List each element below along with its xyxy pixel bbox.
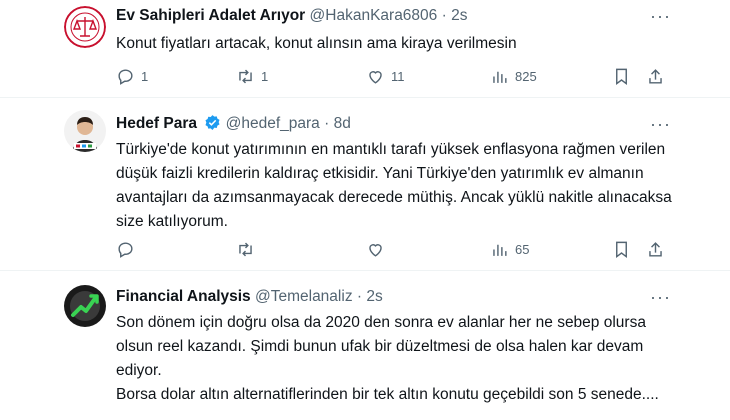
user-handle[interactable]: @Temelanaliz — [255, 288, 353, 305]
views-count: 825 — [515, 68, 537, 84]
reply-count: 1 — [141, 68, 149, 84]
tweet-text: Konut fiyatları artacak, konut alınsın a… — [116, 35, 517, 52]
bookmark-icon — [616, 68, 627, 85]
tweet-header: Ev Sahipleri Adalet Arıyor @HakanKara680… — [116, 6, 467, 26]
share-icon — [649, 68, 662, 84]
retweet-button[interactable]: 1 — [236, 65, 268, 87]
tweet-text: Türkiye'de konut yatırımının en mantıklı… — [116, 141, 672, 230]
views-icon — [493, 244, 507, 256]
tweet-header: Financial Analysis @Temelanaliz · 2s — [116, 287, 383, 307]
views-count: 65 — [515, 241, 530, 257]
tweet-3[interactable]: Financial Analysis @Temelanaliz · 2s ···… — [0, 271, 730, 420]
reply-icon — [118, 68, 133, 85]
retweet-icon — [239, 242, 252, 256]
reply-icon — [118, 241, 133, 258]
views-button[interactable]: 65 — [490, 238, 529, 260]
bookmark-button[interactable] — [612, 238, 631, 260]
like-icon — [369, 70, 382, 84]
avatar[interactable] — [64, 285, 106, 327]
like-icon — [369, 243, 382, 257]
views-icon — [493, 71, 507, 83]
tweet-paragraph: Son dönem için doğru olsa da 2020 den so… — [116, 314, 646, 379]
reply-button[interactable] — [116, 238, 141, 260]
avatar[interactable] — [64, 6, 106, 48]
share-button[interactable] — [646, 65, 665, 87]
tweet-2[interactable]: Hedef Para @hedef_para · 8d ··· Türkiye'… — [0, 98, 730, 270]
tweet-text: Son dönem için doğru olsa da 2020 den so… — [116, 311, 676, 407]
timestamp[interactable]: 8d — [334, 115, 351, 132]
user-handle[interactable]: @hedef_para — [226, 115, 320, 132]
like-button[interactable] — [366, 238, 391, 260]
reply-button[interactable]: 1 — [116, 65, 148, 87]
display-name[interactable]: Financial Analysis — [116, 288, 251, 305]
timestamp[interactable]: 2s — [451, 7, 467, 24]
like-count: 11 — [391, 68, 405, 84]
tweet-paragraph: Borsa dolar altın alternatiflerinden bir… — [116, 386, 659, 403]
separator-dot: · — [356, 288, 363, 305]
bookmark-button[interactable] — [612, 65, 631, 87]
like-button[interactable]: 11 — [366, 65, 405, 87]
share-button[interactable] — [646, 238, 665, 260]
retweet-button[interactable] — [236, 238, 261, 260]
action-bar: 1 1 11 825 — [116, 65, 676, 87]
timestamp[interactable]: 2s — [366, 288, 382, 305]
seal-logo-icon — [64, 6, 106, 48]
avatar-photo-icon — [64, 110, 106, 152]
more-icon[interactable]: ··· — [650, 6, 670, 26]
separator-dot: · — [324, 115, 330, 132]
separator-dot: · — [441, 7, 447, 24]
more-icon[interactable]: ··· — [650, 114, 670, 134]
display-name[interactable]: Hedef Para — [116, 115, 197, 132]
action-bar: 65 — [116, 238, 676, 260]
tweet-1[interactable]: Ev Sahipleri Adalet Arıyor @HakanKara680… — [0, 0, 730, 96]
display-name[interactable]: Ev Sahipleri Adalet Arıyor — [116, 7, 305, 24]
more-icon[interactable]: ··· — [650, 287, 670, 307]
avatar[interactable] — [64, 110, 106, 152]
retweet-icon — [239, 69, 252, 83]
bookmark-icon — [616, 241, 627, 258]
chart-logo-icon — [64, 285, 106, 327]
user-handle[interactable]: @HakanKara6806 — [310, 7, 438, 24]
retweet-count: 1 — [261, 68, 269, 84]
verified-badge-icon — [205, 115, 220, 130]
share-icon — [649, 241, 662, 257]
views-button[interactable]: 825 — [490, 65, 537, 87]
tweet-header: Hedef Para @hedef_para · 8d — [116, 114, 351, 134]
